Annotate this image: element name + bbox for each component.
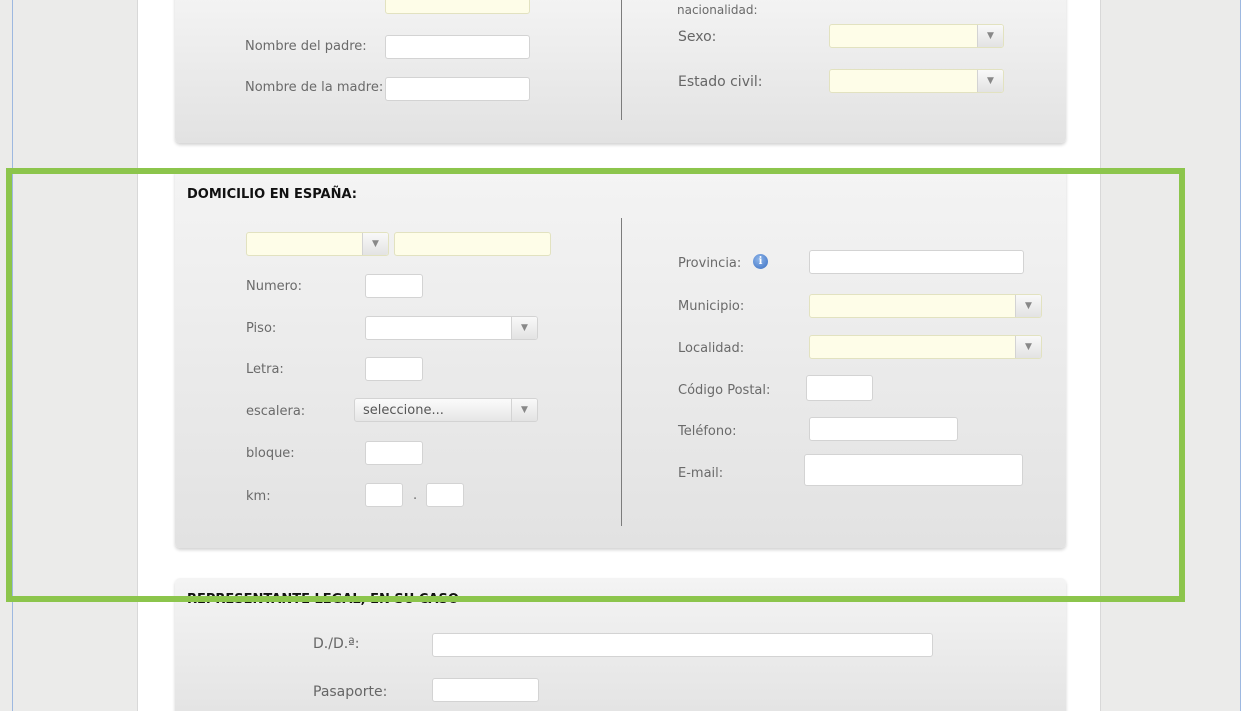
civil-status-label: Estado civil: <box>678 74 763 90</box>
sex-label: Sexo: <box>678 29 717 45</box>
previous-field-input[interactable] <box>385 0 530 14</box>
civil-status-select[interactable]: ▼ <box>829 69 1004 93</box>
chevron-down-icon: ▼ <box>977 70 1003 92</box>
highlight-box <box>6 168 1185 602</box>
mother-name-input[interactable] <box>385 77 530 101</box>
father-name-input[interactable] <box>385 35 530 59</box>
passport-input[interactable] <box>432 678 539 702</box>
personal-data-divider <box>621 0 622 120</box>
rep-name-label: D./D.ª: <box>313 636 360 652</box>
chevron-down-icon: ▼ <box>977 25 1003 47</box>
rep-name-input[interactable] <box>432 633 933 657</box>
passport-label: Pasaporte: <box>313 684 388 700</box>
mother-name-label: Nombre de la madre: <box>245 80 384 95</box>
sex-select[interactable]: ▼ <box>829 24 1004 48</box>
nationality-label: nacionalidad: <box>677 3 758 17</box>
father-name-label: Nombre del padre: <box>245 39 367 54</box>
